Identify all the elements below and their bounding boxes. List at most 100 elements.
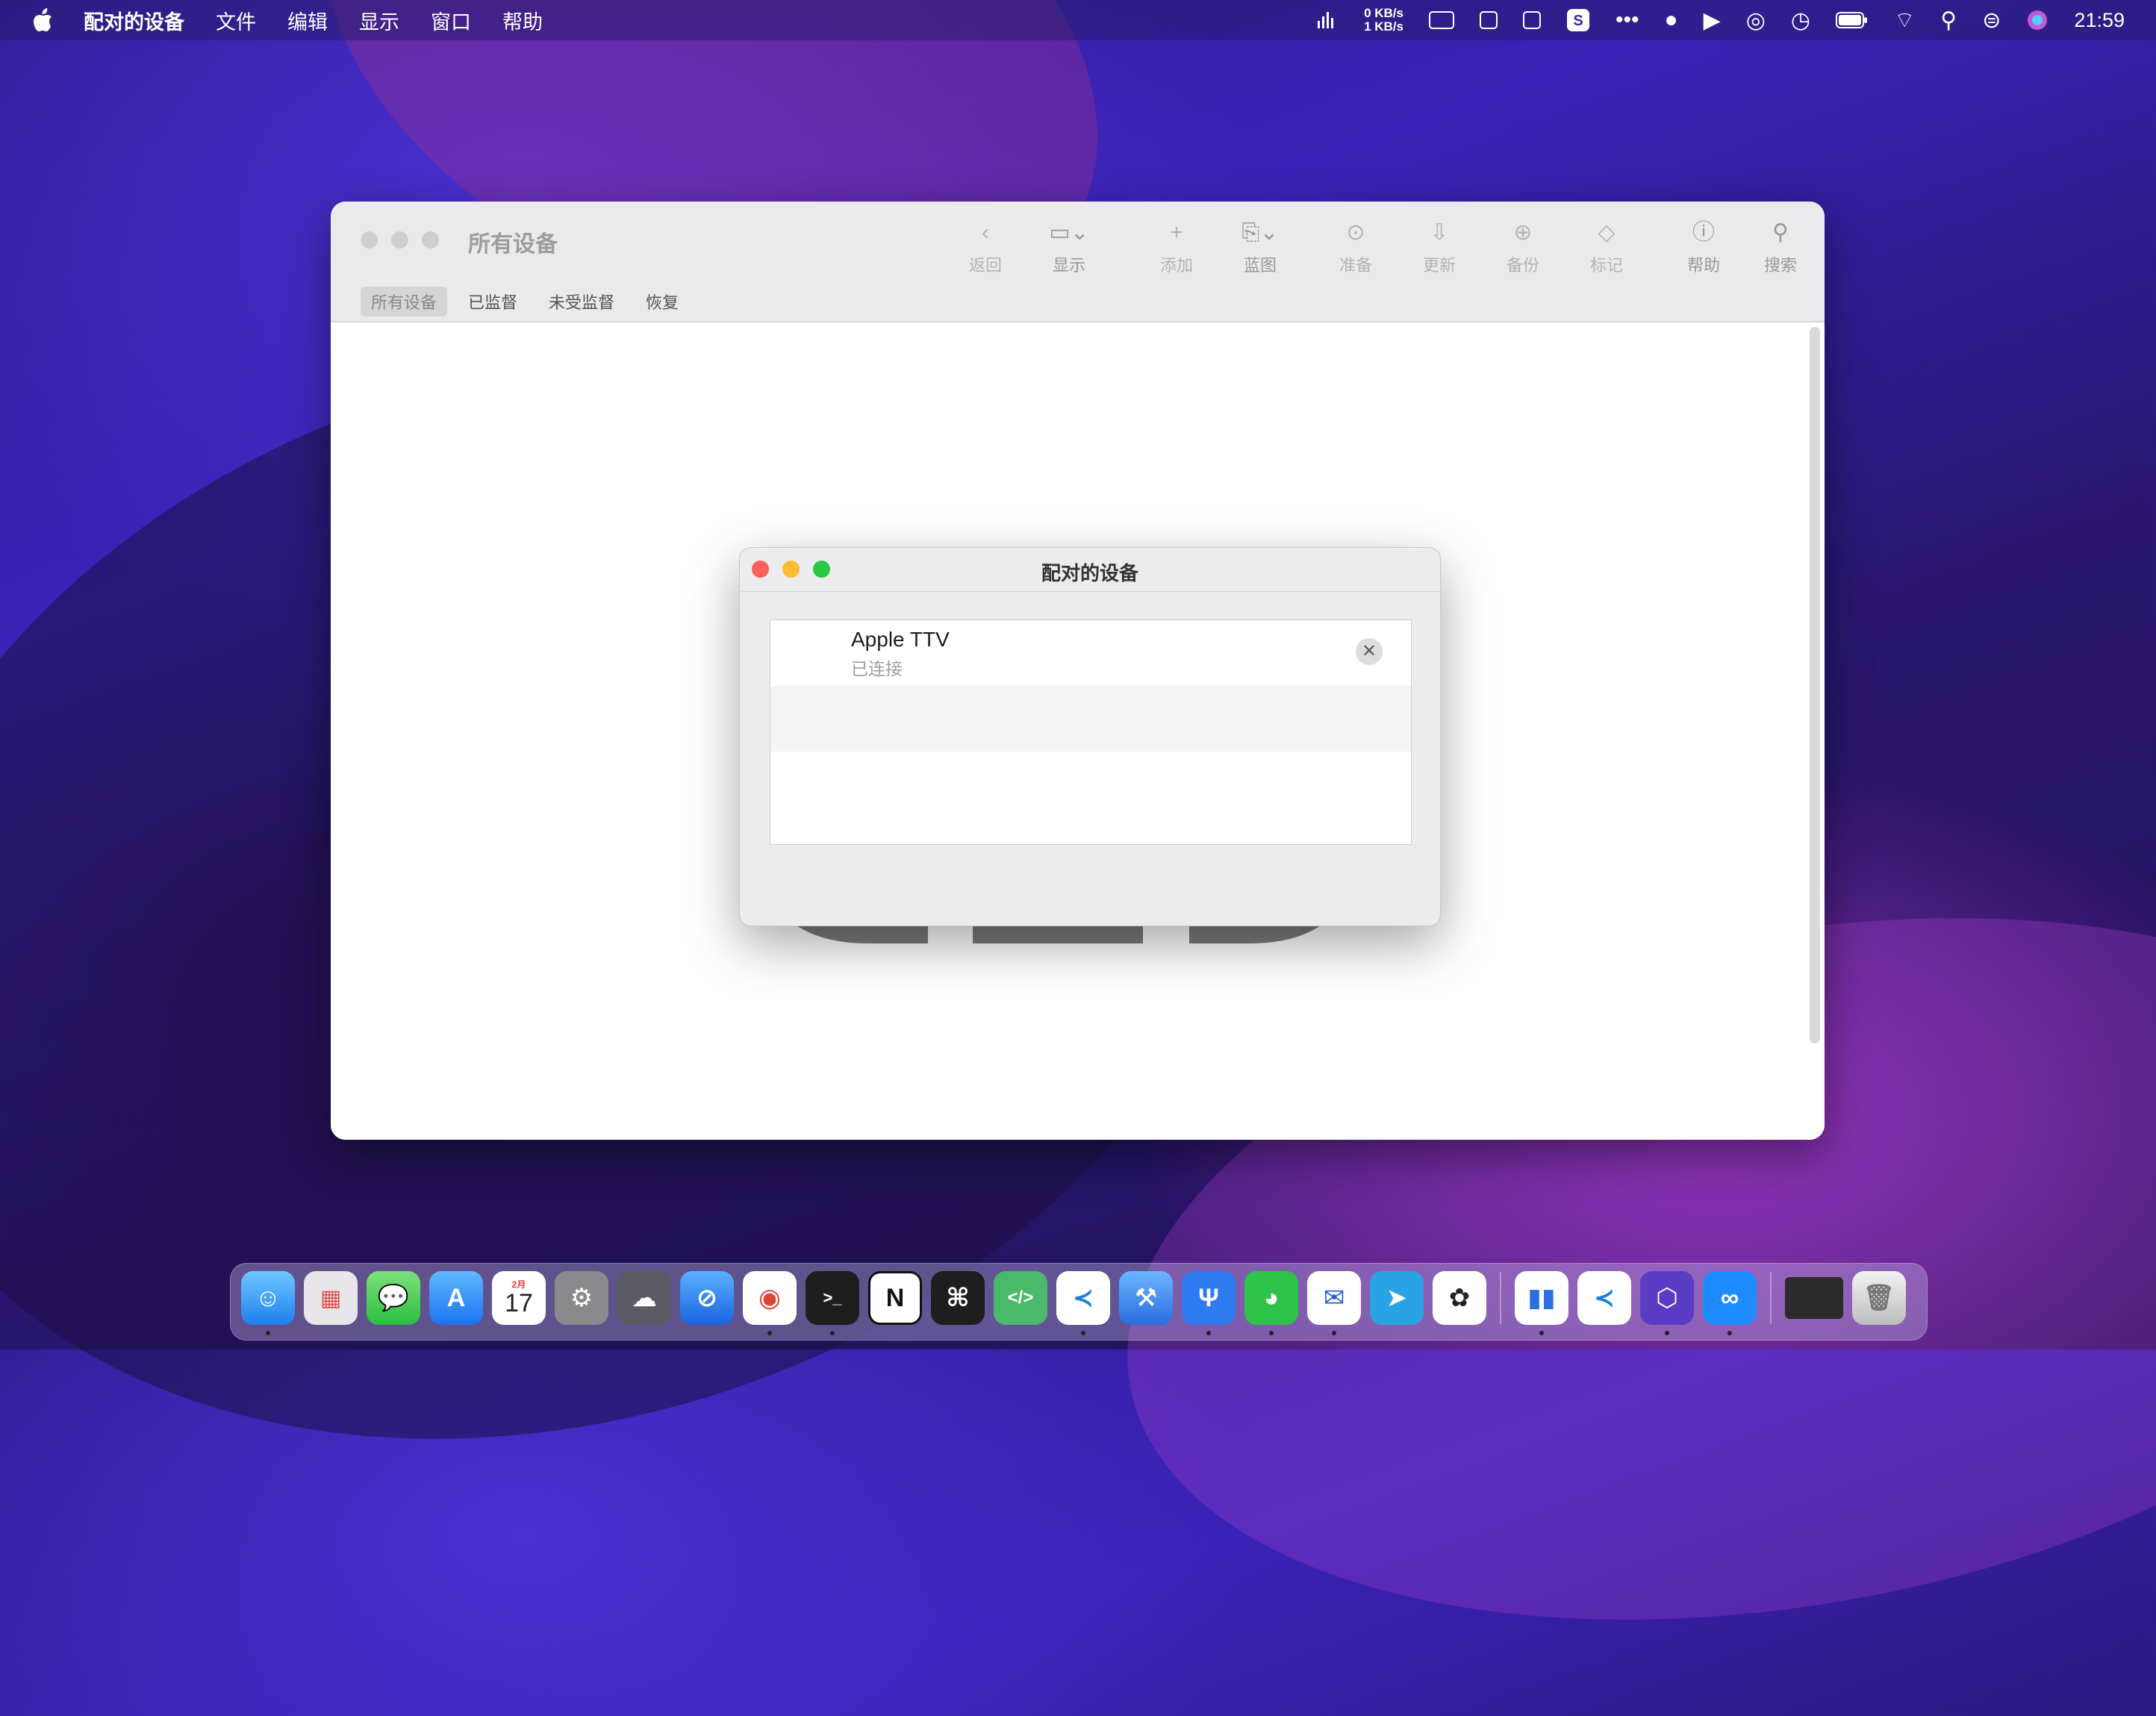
code-editor-icon[interactable]: </> bbox=[994, 1271, 1047, 1325]
blueprint-icon: ⎘⌄ bbox=[1241, 220, 1279, 245]
running-indicator bbox=[1269, 1331, 1274, 1335]
link-app-icon[interactable]: ∞ bbox=[1703, 1271, 1757, 1335]
tab-supervised[interactable]: 已监督 bbox=[458, 287, 528, 316]
empty-row bbox=[770, 752, 1411, 817]
tool-label: 备份 bbox=[1506, 256, 1539, 275]
running-indicator bbox=[1665, 1331, 1669, 1335]
tag-button[interactable]: ◇ 标记 bbox=[1565, 218, 1648, 285]
backup-icon: ⊕ bbox=[1513, 220, 1533, 245]
terminal-icon[interactable]: >_ bbox=[806, 1271, 859, 1335]
finder-icon[interactable]: ☺ bbox=[241, 1271, 295, 1335]
cpu-monitor-icon[interactable] bbox=[1429, 11, 1454, 29]
running-indicator bbox=[1727, 1331, 1732, 1335]
close-button[interactable] bbox=[361, 231, 378, 249]
xcode-icon[interactable]: ⚒ bbox=[1119, 1271, 1173, 1325]
search-icon[interactable]: ⚲ bbox=[1940, 7, 1957, 34]
prepare-button[interactable]: ⊙ 准备 bbox=[1314, 218, 1398, 285]
wifi-icon[interactable]: ⌔ bbox=[1894, 6, 1915, 34]
remove-device-button[interactable]: ✕ bbox=[1356, 638, 1383, 665]
time-machine-icon[interactable]: ◷ bbox=[1791, 7, 1810, 34]
fork-icon[interactable]: Ψ bbox=[1182, 1271, 1236, 1335]
apple-configurator-icon[interactable]: ⬡ bbox=[1640, 1271, 1694, 1335]
dialog-title: 配对的设备 bbox=[1041, 562, 1138, 584]
safari-icon[interactable]: ⊘ bbox=[680, 1271, 734, 1325]
audio-bars-icon[interactable] bbox=[1316, 9, 1339, 31]
tab-recovery[interactable]: 恢复 bbox=[635, 287, 689, 316]
net-down-label: 1 KB/s bbox=[1364, 19, 1403, 34]
dock-separator bbox=[1500, 1272, 1501, 1324]
dock-separator bbox=[1770, 1272, 1772, 1324]
paired-devices-dialog: 配对的设备 Apple TTV 已连接 ✕ bbox=[739, 547, 1441, 926]
mail-icon[interactable]: ✉ bbox=[1307, 1271, 1361, 1335]
messages-icon[interactable]: 💬 bbox=[367, 1271, 420, 1325]
s-app-icon[interactable]: S bbox=[1566, 8, 1590, 32]
running-indicator bbox=[266, 1331, 270, 1335]
menu-bar: 配对的设备 文件 编辑 显示 窗口 帮助 0 KB/s 1 KB/s S •••… bbox=[0, 0, 2156, 40]
screen-preview-icon[interactable] bbox=[1785, 1277, 1843, 1319]
zoom-button[interactable] bbox=[422, 231, 439, 249]
chrome-icon[interactable]: ◉ bbox=[743, 1271, 797, 1335]
airdrop-icon[interactable]: ◎ bbox=[1746, 7, 1766, 34]
running-indicator bbox=[1206, 1331, 1211, 1335]
notion-icon[interactable]: N bbox=[868, 1271, 922, 1325]
menu-file[interactable]: 文件 bbox=[216, 6, 256, 35]
paired-device-list: Apple TTV 已连接 ✕ bbox=[770, 620, 1412, 845]
tool-label: 显示 bbox=[1052, 256, 1085, 275]
status-area: 0 KB/s 1 KB/s S ••• ● ▶ ◎ ◷ ⌔ ⚲ ⊜ 21:59 bbox=[1316, 0, 2125, 40]
memory-monitor-icon[interactable] bbox=[1480, 11, 1498, 29]
user-icon[interactable]: ● bbox=[1665, 7, 1678, 33]
tab-unsupervised[interactable]: 未受监督 bbox=[538, 287, 625, 316]
launchpad-icon[interactable]: ▦ bbox=[304, 1271, 358, 1325]
apple-icon[interactable] bbox=[31, 7, 54, 33]
search-button[interactable]: ⚲ 搜索 bbox=[1745, 218, 1816, 285]
tool-label: 帮助 bbox=[1686, 256, 1720, 275]
running-indicator bbox=[767, 1331, 772, 1335]
clock[interactable]: 21:59 bbox=[2074, 9, 2125, 32]
calendar-icon[interactable]: 2月 17 bbox=[492, 1271, 546, 1325]
keyboard-shortcut-icon[interactable]: ⌘ bbox=[931, 1271, 985, 1325]
scope-tabs: 所有设备 已监督 未受监督 恢复 bbox=[361, 287, 689, 316]
back-button[interactable]: ‹ 返回 bbox=[944, 218, 1027, 285]
trash-icon[interactable]: 🗑 bbox=[1852, 1271, 1906, 1325]
running-indicator bbox=[1332, 1331, 1336, 1335]
vscode-insiders-icon[interactable]: ≺ bbox=[1577, 1271, 1631, 1325]
backup-button[interactable]: ⊕ 备份 bbox=[1481, 218, 1565, 285]
add-button[interactable]: + 添加 bbox=[1135, 218, 1218, 285]
more-icon[interactable]: ••• bbox=[1616, 7, 1639, 33]
view-button[interactable]: ▭⌄ 显示 bbox=[1027, 218, 1111, 285]
play-circle-icon[interactable]: ▶ bbox=[1704, 7, 1721, 34]
stats-icon[interactable]: ▮▮ bbox=[1515, 1271, 1568, 1335]
menu-help[interactable]: 帮助 bbox=[502, 6, 543, 35]
minimize-button[interactable] bbox=[391, 231, 408, 249]
menu-app-name[interactable]: 配对的设备 bbox=[84, 6, 184, 35]
dialog-titlebar: 配对的设备 bbox=[740, 548, 1440, 592]
menu-view[interactable]: 显示 bbox=[359, 6, 399, 35]
help-button[interactable]: ⓘ 帮助 bbox=[1662, 218, 1745, 285]
dock: ☺ ▦ 💬 A 2月 17 ⚙ ☁ ⊘ ◉ >_ N ⌘ </> ≺ ⚒ Ψ ◕… bbox=[230, 1263, 1928, 1341]
window-icon: ▭⌄ bbox=[1049, 220, 1089, 245]
net-up-label: 0 KB/s bbox=[1364, 6, 1403, 20]
tool-label: 标记 bbox=[1589, 256, 1623, 275]
blueprint-button[interactable]: ⎘⌄ 蓝图 bbox=[1218, 218, 1302, 285]
telegram-icon[interactable]: ➤ bbox=[1370, 1271, 1424, 1325]
menu-window[interactable]: 窗口 bbox=[431, 6, 471, 35]
control-center-icon[interactable]: ⊜ bbox=[1982, 7, 2001, 34]
window-controls bbox=[361, 231, 439, 249]
vscode-icon[interactable]: ≺ bbox=[1056, 1271, 1110, 1335]
siri-icon[interactable] bbox=[2026, 9, 2048, 31]
cloud-app-icon[interactable]: ☁ bbox=[617, 1271, 671, 1325]
plus-icon: + bbox=[1170, 220, 1183, 245]
update-button[interactable]: ⇩ 更新 bbox=[1398, 218, 1481, 285]
menu-edit[interactable]: 编辑 bbox=[287, 6, 328, 35]
system-preferences-icon[interactable]: ⚙ bbox=[555, 1271, 608, 1325]
chatgpt-icon[interactable]: ✿ bbox=[1433, 1271, 1486, 1325]
network-speed[interactable]: 0 KB/s 1 KB/s bbox=[1364, 7, 1403, 34]
battery-icon[interactable] bbox=[1836, 11, 1869, 29]
disk-monitor-icon[interactable] bbox=[1523, 11, 1541, 29]
device-status: 已连接 bbox=[851, 659, 903, 678]
tab-all-devices[interactable]: 所有设备 bbox=[361, 287, 448, 316]
app-store-icon[interactable]: A bbox=[429, 1271, 483, 1325]
wechat-icon[interactable]: ◕ bbox=[1244, 1271, 1298, 1335]
vertical-scrollbar[interactable] bbox=[1810, 327, 1820, 1043]
device-row[interactable]: Apple TTV 已连接 ✕ bbox=[770, 620, 1411, 686]
